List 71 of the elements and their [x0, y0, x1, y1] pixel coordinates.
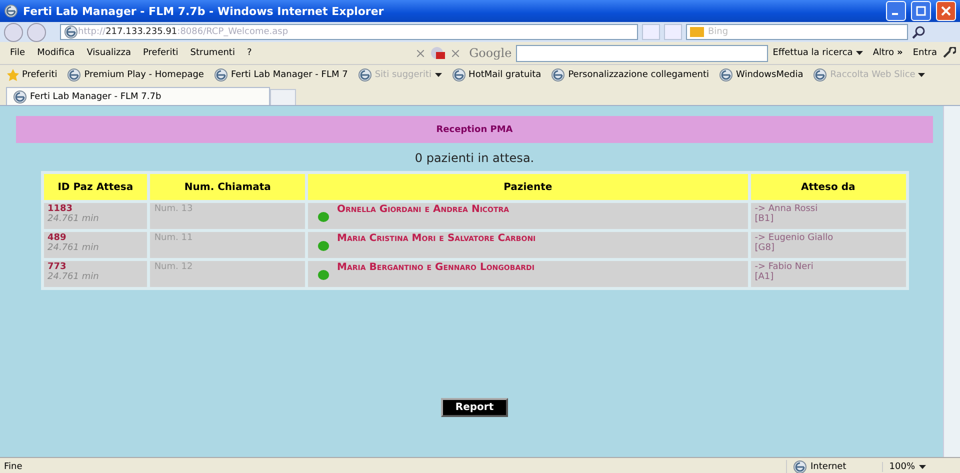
column-header: Paziente — [308, 174, 748, 200]
page-icon — [64, 25, 78, 39]
bookmark-link[interactable]: WindowsMedia — [716, 68, 806, 82]
zoom-button[interactable]: 100% — [882, 462, 956, 472]
close-icon — [941, 6, 951, 16]
toolbar-icon[interactable] — [430, 46, 446, 60]
table-cell: Num. 13 — [150, 203, 306, 229]
close-button[interactable] — [936, 1, 956, 21]
wrench-icon[interactable] — [942, 47, 956, 59]
maximize-button[interactable] — [911, 1, 931, 21]
address-field[interactable]: http://217.133.235.91:8086/RCP_Welcome.asp — [60, 24, 638, 40]
new-tab-button[interactable] — [270, 89, 296, 105]
patient-name: Ornella Giordani e Andrea Nicotra — [337, 204, 510, 217]
maximize-icon — [916, 6, 926, 16]
page-icon — [214, 68, 228, 82]
back-button[interactable] — [4, 22, 23, 42]
caret-icon — [919, 465, 926, 469]
search-button[interactable]: Effettua la ricerca — [768, 48, 868, 58]
more-button[interactable]: Altro » — [868, 48, 908, 58]
minimize-button[interactable] — [886, 1, 906, 21]
patient-name: Maria Bergantino e Gennaro Longobardi — [337, 262, 534, 275]
caret-icon — [434, 73, 442, 77]
patient-name: Maria Cristina Mori e Salvatore Carboni — [337, 233, 536, 246]
column-header: Atteso da — [750, 174, 906, 200]
bookmark-link[interactable]: HotMail gratuita — [448, 68, 544, 82]
sign-in-button[interactable]: Entra — [908, 48, 942, 58]
page-icon — [358, 68, 372, 82]
table-cell: -> Anna Rossi [B1] — [750, 203, 906, 229]
status-text: Fine — [4, 462, 24, 472]
star-icon — [7, 69, 19, 81]
forward-button[interactable] — [27, 22, 46, 42]
page-icon — [67, 68, 82, 82]
page-icon — [719, 68, 734, 82]
table-cell: 773 24.761 min — [44, 261, 148, 287]
favorites-button[interactable]: Preferiti — [4, 69, 60, 81]
table-cell: -> Eugenio Giallo [G8] — [750, 232, 906, 258]
window-title: Ferti Lab Manager - FLM 7.7b - Windows Internet Explorer — [23, 4, 385, 18]
table-cell: -> Fabio Neri [A1] — [750, 261, 906, 287]
report-button[interactable]: Report — [441, 398, 508, 417]
menu-item[interactable]: Visualizza — [80, 48, 138, 58]
page-icon — [551, 68, 566, 82]
search-field[interactable] — [516, 44, 768, 62]
menu-item[interactable]: File — [4, 48, 32, 58]
caret-icon — [856, 51, 863, 55]
menu-item[interactable]: ? — [240, 48, 258, 58]
menu-item[interactable]: Preferiti — [137, 48, 184, 58]
search-icon[interactable] — [912, 25, 926, 39]
security-zone: Internet — [786, 460, 876, 473]
page-header: Reception PMA — [16, 116, 933, 143]
search-logo: Google — [468, 46, 513, 60]
bookmark-link[interactable]: Premium Play - Homepage — [64, 68, 207, 82]
table-cell: Num. 12 — [150, 261, 306, 287]
caret-icon — [918, 73, 926, 77]
search-engine-icon — [690, 27, 704, 37]
column-header: ID Paz Attesa — [44, 174, 148, 200]
bookmark-link[interactable]: Personalizzazione collegamenti — [548, 68, 712, 82]
page-icon — [452, 68, 466, 82]
page-icon — [13, 90, 27, 104]
waiting-count: 0 pazienti in attesa. — [414, 151, 534, 165]
scrollbar[interactable] — [943, 106, 960, 457]
globe-icon — [792, 460, 807, 473]
table-cell: 1183 24.761 min — [44, 203, 148, 229]
bookmark-link[interactable]: Ferti Lab Manager - FLM 7 — [210, 68, 351, 82]
menu-item[interactable]: Strumenti — [184, 48, 241, 58]
page-icon — [813, 68, 828, 82]
menu-item[interactable]: Modifica — [31, 48, 81, 58]
browser-tab[interactable]: Ferti Lab Manager - FLM 7.7b — [6, 87, 270, 105]
table-cell: Num. 11 — [150, 232, 306, 258]
browser-icon — [4, 4, 18, 18]
table-cell: 489 24.761 min — [44, 232, 148, 258]
column-header: Num. Chiamata — [150, 174, 306, 200]
